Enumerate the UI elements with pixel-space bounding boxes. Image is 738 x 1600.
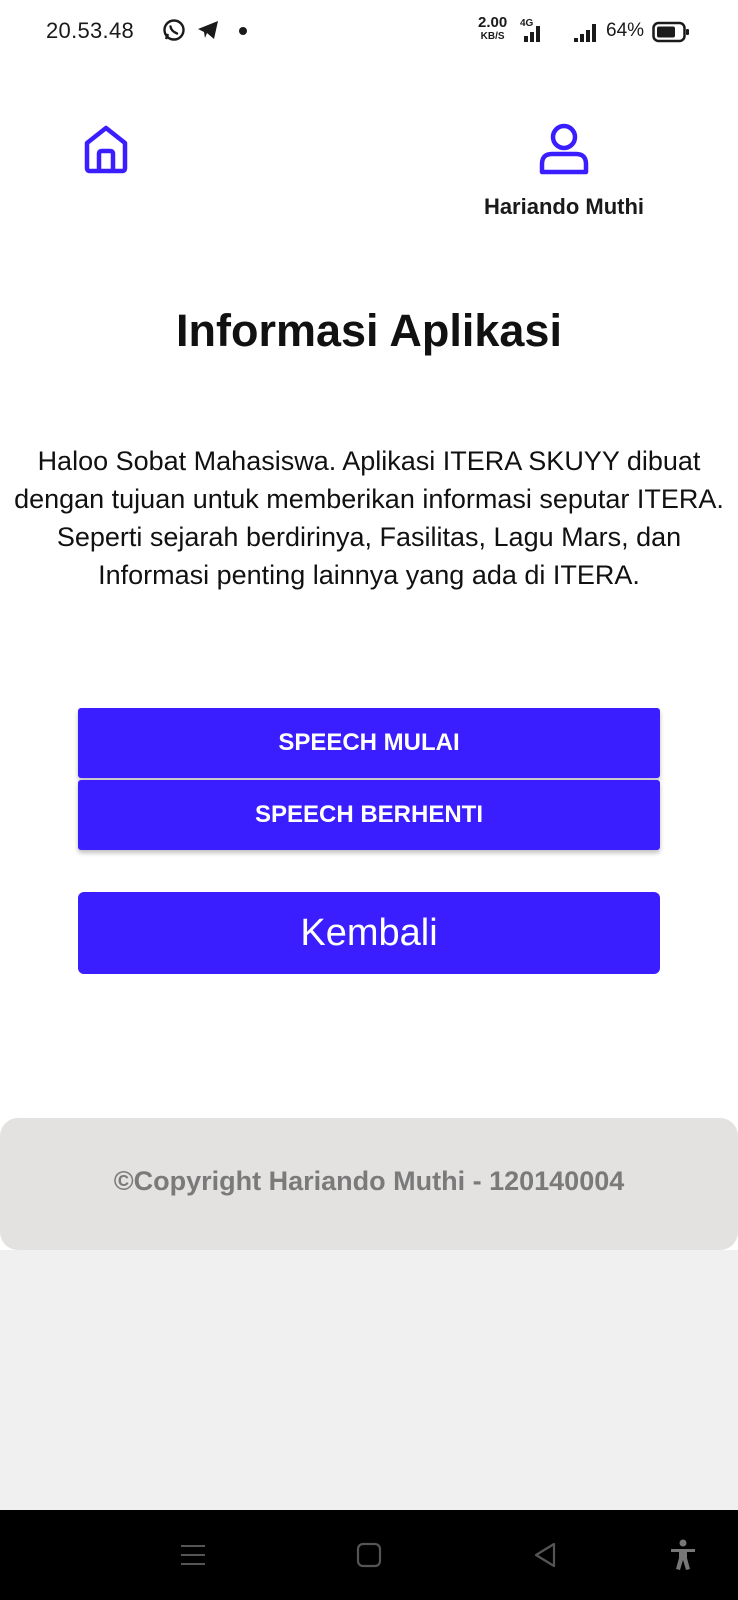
- app-description: Haloo Sobat Mahasiswa. Aplikasi ITERA SK…: [14, 446, 724, 590]
- back-button[interactable]: Kembali: [78, 892, 660, 974]
- back-nav-icon[interactable]: [528, 1538, 562, 1572]
- menu-icon[interactable]: [176, 1538, 210, 1572]
- network-speed-value: 2.00: [478, 14, 508, 31]
- battery-icon: [652, 21, 689, 43]
- status-bar: 20.53.48 2.00 KB/S 4G 64%: [0, 0, 738, 64]
- speech-start-button[interactable]: SPEECH MULAI: [78, 708, 660, 778]
- signal-icon-2: [574, 24, 596, 42]
- telegram-icon: [198, 21, 218, 39]
- page-title: Informasi Aplikasi: [176, 305, 562, 356]
- user-icon[interactable]: [536, 122, 592, 176]
- whatsapp-icon: [163, 19, 185, 41]
- dot-icon: [239, 27, 247, 35]
- accessibility-icon[interactable]: [666, 1538, 700, 1572]
- system-navigation-bar: [0, 1510, 738, 1600]
- empty-area: [0, 1250, 738, 1510]
- signal-icon: [524, 26, 540, 42]
- battery-percentage: 64%: [606, 20, 645, 41]
- profile-name: Hariando Muthi: [483, 194, 645, 219]
- speech-stop-button[interactable]: SPEECH BERHENTI: [78, 780, 660, 850]
- copyright-text: ©Copyright Hariando Muthi - 120140004: [113, 1166, 625, 1196]
- network-speed: 2.00 KB/S: [478, 14, 508, 44]
- footer: ©Copyright Hariando Muthi - 120140004: [0, 1118, 738, 1250]
- status-time: 20.53.48: [46, 18, 135, 43]
- network-speed-unit: KB/S: [480, 31, 505, 42]
- home-nav-icon[interactable]: [352, 1538, 386, 1572]
- home-icon[interactable]: [82, 124, 130, 174]
